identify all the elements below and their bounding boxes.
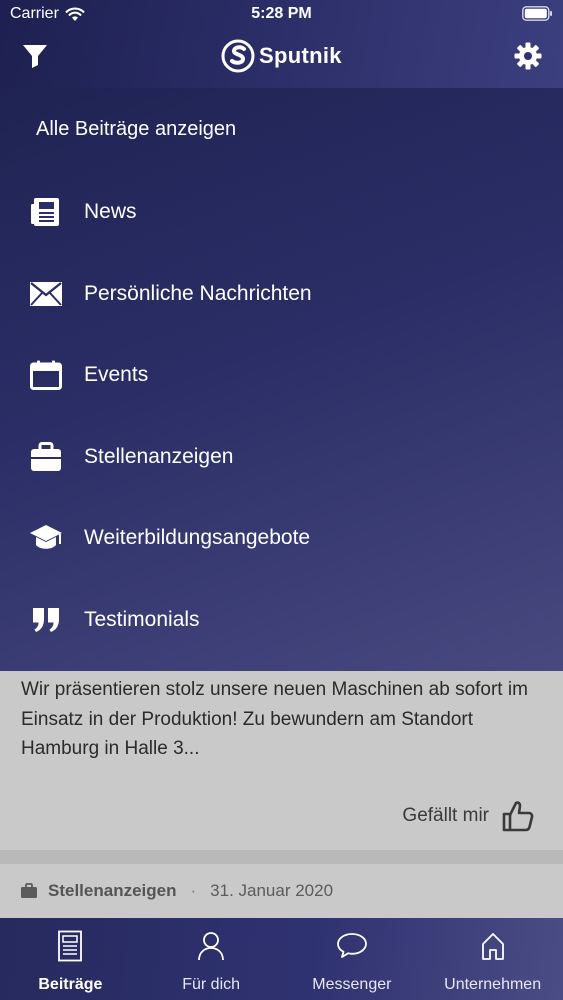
filter-option-news[interactable]: News xyxy=(0,182,563,242)
navigation-bar: Carrier 5:28 PM Sputnik xyxy=(0,0,563,88)
show-all-posts-option[interactable]: Alle Beiträge anzeigen xyxy=(36,118,236,141)
next-post-meta[interactable]: Stellenanzeigen · 31. Januar 2020 xyxy=(20,878,333,904)
thumbs-up-icon xyxy=(502,801,534,832)
filter-option-testimonials[interactable]: Testimonials xyxy=(0,590,563,650)
like-label: Gefällt mir xyxy=(402,805,489,826)
filter-option-events[interactable]: Events xyxy=(0,345,563,405)
filter-option-personal-messages[interactable]: Persönliche Nachrichten xyxy=(0,264,563,324)
like-button[interactable]: Gefällt mir xyxy=(402,798,535,834)
filter-option-label: Persönliche Nachrichten xyxy=(84,282,312,305)
app-logo: Sputnik xyxy=(221,38,342,74)
sputnik-logo-icon xyxy=(221,39,255,73)
quote-icon xyxy=(28,602,64,638)
envelope-icon xyxy=(28,276,64,312)
filter-option-training-offers[interactable]: Weiterbildungsangebote xyxy=(0,508,563,568)
tab-posts[interactable]: Beiträge xyxy=(0,918,141,1000)
briefcase-icon xyxy=(21,883,37,898)
tab-company[interactable]: Unternehmen xyxy=(422,918,563,1000)
filter-option-label: Events xyxy=(84,363,149,386)
tab-bar: Beiträge Für dich Messenger Unternehmen xyxy=(0,918,563,1000)
status-bar: Carrier 5:28 PM xyxy=(0,0,563,30)
battery-icon xyxy=(522,6,552,21)
tab-for-you[interactable]: Für dich xyxy=(141,918,282,1000)
tab-label: Beiträge xyxy=(38,976,103,993)
post-category: Stellenanzeigen xyxy=(48,881,177,900)
chat-bubble-icon xyxy=(336,933,367,958)
newspaper-icon xyxy=(28,194,64,230)
filter-option-label: News xyxy=(84,200,137,223)
tab-label: Für dich xyxy=(182,976,241,993)
status-time: 5:28 PM xyxy=(251,5,312,22)
app-screen: Wir präsentieren stolz unsere neuen Masc… xyxy=(0,0,563,1000)
gear-icon[interactable] xyxy=(514,42,542,70)
tab-messenger[interactable]: Messenger xyxy=(282,918,423,1000)
calendar-icon xyxy=(28,357,64,393)
filter-option-label: Testimonials xyxy=(84,608,200,631)
meta-separator-dot: · xyxy=(190,881,197,900)
tab-label: Unternehmen xyxy=(444,976,542,993)
filter-option-label: Stellenanzeigen xyxy=(84,445,234,468)
filter-option-label: Weiterbildungsangebote xyxy=(84,526,311,549)
app-title: Sputnik xyxy=(259,43,342,68)
home-icon xyxy=(481,933,504,960)
tab-label: Messenger xyxy=(312,976,392,993)
person-icon xyxy=(198,932,225,961)
filter-menu: Alle Beiträge anzeigen News Persönliche … xyxy=(0,88,563,671)
graduation-cap-icon xyxy=(28,520,64,556)
filter-option-job-postings[interactable]: Stellenanzeigen xyxy=(0,427,563,487)
document-icon xyxy=(58,930,83,962)
feed-separator xyxy=(0,850,563,864)
filter-icon[interactable] xyxy=(22,43,48,69)
post-date: 31. Januar 2020 xyxy=(210,881,334,900)
post-text[interactable]: Wir präsentieren stolz unsere neuen Masc… xyxy=(21,675,546,764)
briefcase-icon xyxy=(28,439,64,475)
